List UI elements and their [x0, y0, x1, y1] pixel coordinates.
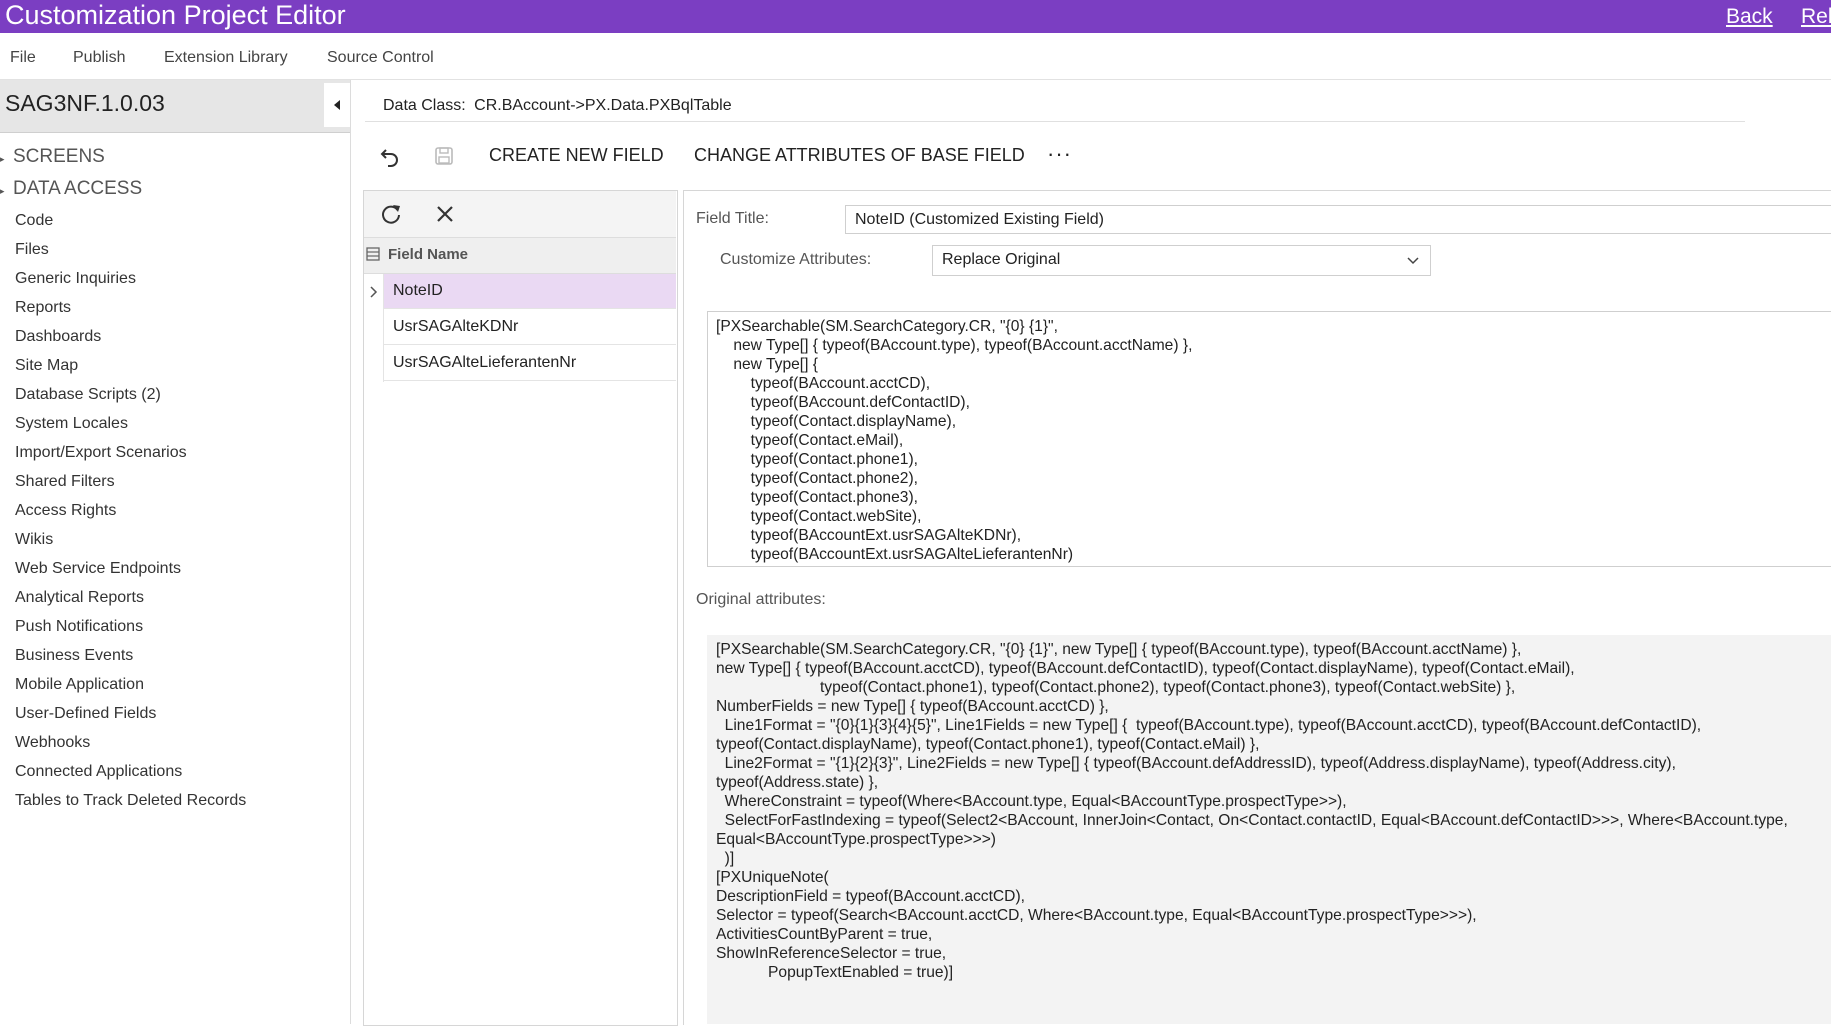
refresh-icon[interactable] — [379, 202, 403, 226]
data-class-value: CR.BAccount->PX.Data.PXBqlTable — [474, 97, 732, 114]
reload-link[interactable]: Rel — [1801, 4, 1831, 30]
sidebar-item-dashboards[interactable]: Dashboards — [15, 328, 101, 346]
tree-group-label: DATA ACCESS — [12, 178, 143, 199]
original-attributes-code: [PXSearchable(SM.SearchCategory.CR, "{0}… — [716, 641, 1788, 981]
sidebar-item-webhooks[interactable]: Webhooks — [15, 734, 90, 752]
sidebar-item-analytical-reports[interactable]: Analytical Reports — [15, 589, 144, 607]
undo-icon[interactable] — [378, 144, 402, 168]
sidebar-item-wikis[interactable]: Wikis — [15, 531, 53, 549]
caret-left-icon — [334, 100, 340, 110]
field-title-label: Field Title: — [696, 210, 769, 227]
original-attributes-box: [PXSearchable(SM.SearchCategory.CR, "{0}… — [707, 635, 1831, 1024]
sidebar-item-system-locales[interactable]: System Locales — [15, 415, 128, 433]
row-indicator — [364, 274, 383, 309]
sidebar-item-reports[interactable]: Reports — [15, 299, 71, 317]
expand-caret-icon: ▸ — [0, 186, 5, 196]
close-icon[interactable] — [434, 203, 456, 225]
custom-attributes-code: [PXSearchable(SM.SearchCategory.CR, "{0}… — [716, 318, 1193, 563]
sidebar-item-site-map[interactable]: Site Map — [15, 357, 78, 375]
create-new-field-button[interactable]: CREATE NEW FIELD — [489, 145, 664, 166]
data-class-label: Data Class: — [383, 97, 466, 114]
customize-attributes-value: Replace Original — [942, 251, 1061, 268]
customize-attributes-select[interactable]: Replace Original — [932, 245, 1431, 276]
sidebar-item-code[interactable]: Code — [15, 212, 53, 230]
field-title-field[interactable]: NoteID (Customized Existing Field) — [845, 205, 1831, 234]
sidebar-item-database-scripts[interactable]: Database Scripts (2) — [15, 386, 161, 404]
divider — [365, 121, 1745, 122]
more-actions-button[interactable]: ··· — [1047, 141, 1072, 167]
back-link[interactable]: Back — [1726, 4, 1773, 30]
save-icon[interactable] — [433, 145, 455, 167]
original-attributes-label: Original attributes: — [696, 591, 826, 608]
chevron-down-icon — [1407, 257, 1419, 265]
sidebar-item-push-notifications[interactable]: Push Notifications — [15, 618, 143, 636]
tree-group-label: SCREENS — [12, 146, 105, 167]
menu-extension-library[interactable]: Extension Library — [164, 49, 288, 67]
data-class-row: Data Class: CR.BAccount->PX.Data.PXBqlTa… — [383, 97, 732, 115]
grid-settings-icon[interactable] — [366, 247, 380, 266]
sidebar-item-business-events[interactable]: Business Events — [15, 647, 133, 665]
customize-attributes-label: Customize Attributes: — [720, 251, 872, 268]
tree-group-screens[interactable]: ▸ SCREENS — [0, 146, 105, 168]
sidebar-item-web-service-endpoints[interactable]: Web Service Endpoints — [15, 560, 181, 578]
custom-attributes-editor[interactable]: [PXSearchable(SM.SearchCategory.CR, "{0}… — [707, 311, 1831, 567]
menu-publish[interactable]: Publish — [73, 49, 125, 67]
collapse-panel-button[interactable] — [324, 83, 350, 127]
tree-group-data-access[interactable]: ▸ DATA ACCESS — [0, 178, 142, 200]
sidebar-item-import-export-scenarios[interactable]: Import/Export Scenarios — [15, 444, 187, 462]
menu-file[interactable]: File — [10, 49, 36, 67]
chevron-right-icon — [369, 285, 377, 298]
sidebar-item-access-rights[interactable]: Access Rights — [15, 502, 116, 520]
table-row[interactable]: UsrSAGAlteKDNr — [383, 310, 676, 345]
table-row[interactable]: UsrSAGAlteLieferantenNr — [383, 346, 676, 381]
sidebar-item-shared-filters[interactable]: Shared Filters — [15, 473, 115, 491]
sidebar-item-user-defined-fields[interactable]: User-Defined Fields — [15, 705, 156, 723]
table-row[interactable]: NoteID — [383, 274, 676, 309]
sidebar-item-connected-applications[interactable]: Connected Applications — [15, 763, 182, 781]
project-name: SAG3NF.1.0.03 — [5, 90, 165, 116]
menu-source-control[interactable]: Source Control — [327, 49, 434, 67]
app-title: Customization Project Editor — [5, 0, 346, 30]
change-attributes-button[interactable]: CHANGE ATTRIBUTES OF BASE FIELD — [694, 145, 1025, 166]
divider — [383, 274, 384, 382]
sidebar-item-tables-to-track-deleted-records[interactable]: Tables to Track Deleted Records — [15, 792, 246, 810]
sidebar-item-files[interactable]: Files — [15, 241, 49, 259]
expand-caret-icon: ▸ — [0, 154, 5, 164]
column-header-field-name[interactable]: Field Name — [388, 246, 468, 263]
sidebar-item-mobile-application[interactable]: Mobile Application — [15, 676, 144, 694]
sidebar-item-generic-inquiries[interactable]: Generic Inquiries — [15, 270, 136, 288]
fields-toolbar — [364, 191, 676, 238]
